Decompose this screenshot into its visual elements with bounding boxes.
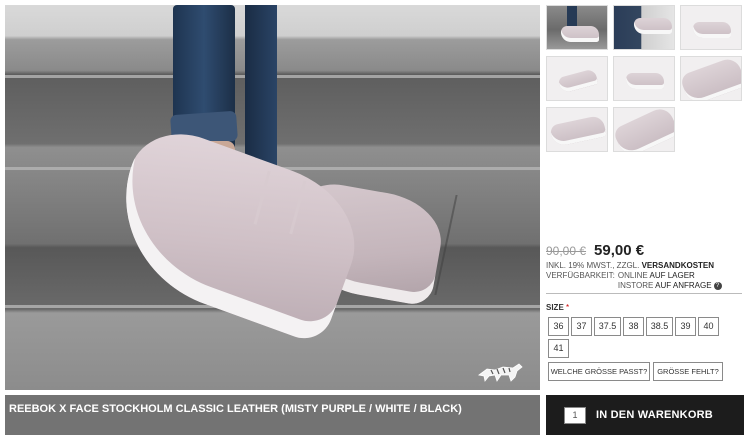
stair-crack	[434, 195, 496, 295]
main-product-image[interactable]	[5, 5, 540, 390]
size-option-38-5[interactable]: 38.5	[646, 317, 673, 336]
online-availability: ONLINE AUF LAGER	[618, 271, 722, 281]
thumb-shoe	[549, 114, 607, 148]
thumbnail-2[interactable]	[613, 5, 675, 50]
instore-availability: INSTORE AUF ANFRAGE?	[618, 281, 722, 291]
availability-label: VERFÜGBARKEIT:	[546, 271, 615, 280]
thumb-shoe	[557, 68, 599, 94]
instore-status: AUF ANFRAGE	[655, 281, 712, 290]
size-label: SIZE *	[546, 303, 569, 312]
thumbnail-6[interactable]	[680, 56, 742, 101]
help-icon[interactable]: ?	[713, 281, 722, 290]
required-mark: *	[566, 303, 570, 312]
quantity-input[interactable]	[564, 406, 586, 424]
add-to-cart-button[interactable]: IN DEN WARENKORB	[596, 409, 713, 421]
price-row: 90,00 € 59,00 €	[546, 242, 644, 259]
old-price: 90,00 €	[546, 244, 587, 258]
current-price: 59,00 €	[594, 242, 645, 259]
tiger-logo-icon	[478, 363, 523, 382]
thumb-shoe	[693, 22, 731, 38]
shipping-costs-link[interactable]: VERSANDKOSTEN	[642, 261, 714, 270]
thumb-shoe	[681, 57, 741, 100]
size-option-39[interactable]: 39	[675, 317, 696, 336]
availability: VERFÜGBARKEIT: ONLINE AUF LAGER INSTORE …	[546, 271, 722, 291]
thumbnail-7[interactable]	[546, 107, 608, 152]
product-title: REEBOK X FACE STOCKHOLM CLASSIC LEATHER …	[5, 395, 540, 435]
thumbnail-1[interactable]	[546, 5, 608, 50]
tax-text: INKL. 19% MWST., ZZGL.	[546, 261, 642, 270]
missing-size-button[interactable]: GRÖSSE FEHLT?	[653, 362, 723, 381]
size-option-37[interactable]: 37	[571, 317, 592, 336]
size-option-40[interactable]: 40	[698, 317, 719, 336]
thumb-shoe	[626, 73, 664, 89]
jeans-leg	[245, 5, 277, 175]
size-guide-button[interactable]: WELCHE GRÖSSE PASST?	[548, 362, 650, 381]
thumb-shoe	[614, 108, 674, 151]
thumbnail-5[interactable]	[613, 56, 675, 101]
divider	[546, 293, 742, 294]
instore-prefix: INSTORE	[617, 281, 654, 290]
thumbnail-4[interactable]	[546, 56, 608, 101]
size-option-38[interactable]: 38	[623, 317, 644, 336]
size-option-36[interactable]: 36	[548, 317, 569, 336]
online-prefix: ONLINE	[617, 271, 648, 280]
thumbnail-8[interactable]	[613, 107, 675, 152]
size-option-41[interactable]: 41	[548, 339, 569, 358]
tax-info: INKL. 19% MWST., ZZGL. VERSANDKOSTEN	[546, 261, 714, 271]
thumb-leg	[567, 6, 577, 28]
size-label-text: SIZE	[546, 303, 564, 312]
add-to-cart-bar[interactable]: IN DEN WARENKORB	[546, 395, 744, 435]
thumbnail-3[interactable]	[680, 5, 742, 50]
thumb-shoe	[634, 18, 672, 34]
sneaker-left	[95, 118, 375, 347]
thumb-shoe	[561, 26, 599, 42]
size-option-37-5[interactable]: 37.5	[594, 317, 621, 336]
online-status: AUF LAGER	[649, 271, 695, 280]
